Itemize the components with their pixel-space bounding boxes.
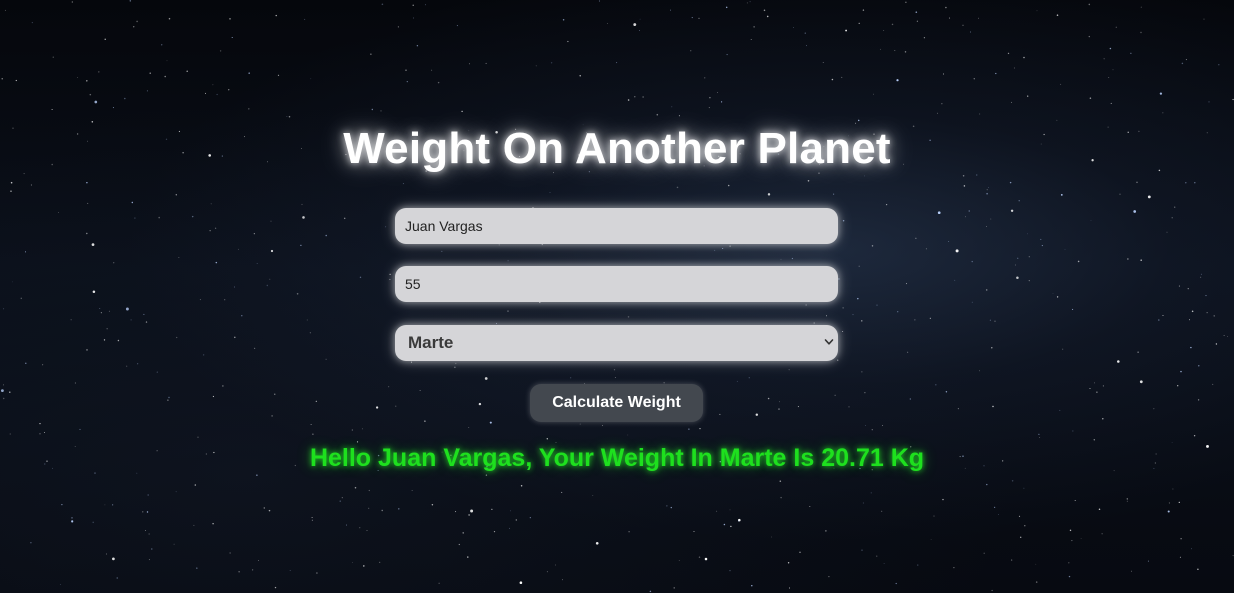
chevron-down-icon (824, 339, 834, 345)
result-message: Hello Juan Vargas, Your Weight In Marte … (309, 444, 925, 472)
page-title: Weight On Another Planet (343, 124, 891, 173)
calculate-weight-button[interactable]: Calculate Weight (530, 384, 703, 422)
planet-select-value: Marte (408, 333, 454, 352)
weight-input[interactable] (395, 266, 838, 302)
main-container: Weight On Another Planet Marte Calculate… (0, 0, 1234, 593)
name-input[interactable] (395, 208, 838, 244)
planet-select[interactable]: Marte (395, 325, 838, 361)
